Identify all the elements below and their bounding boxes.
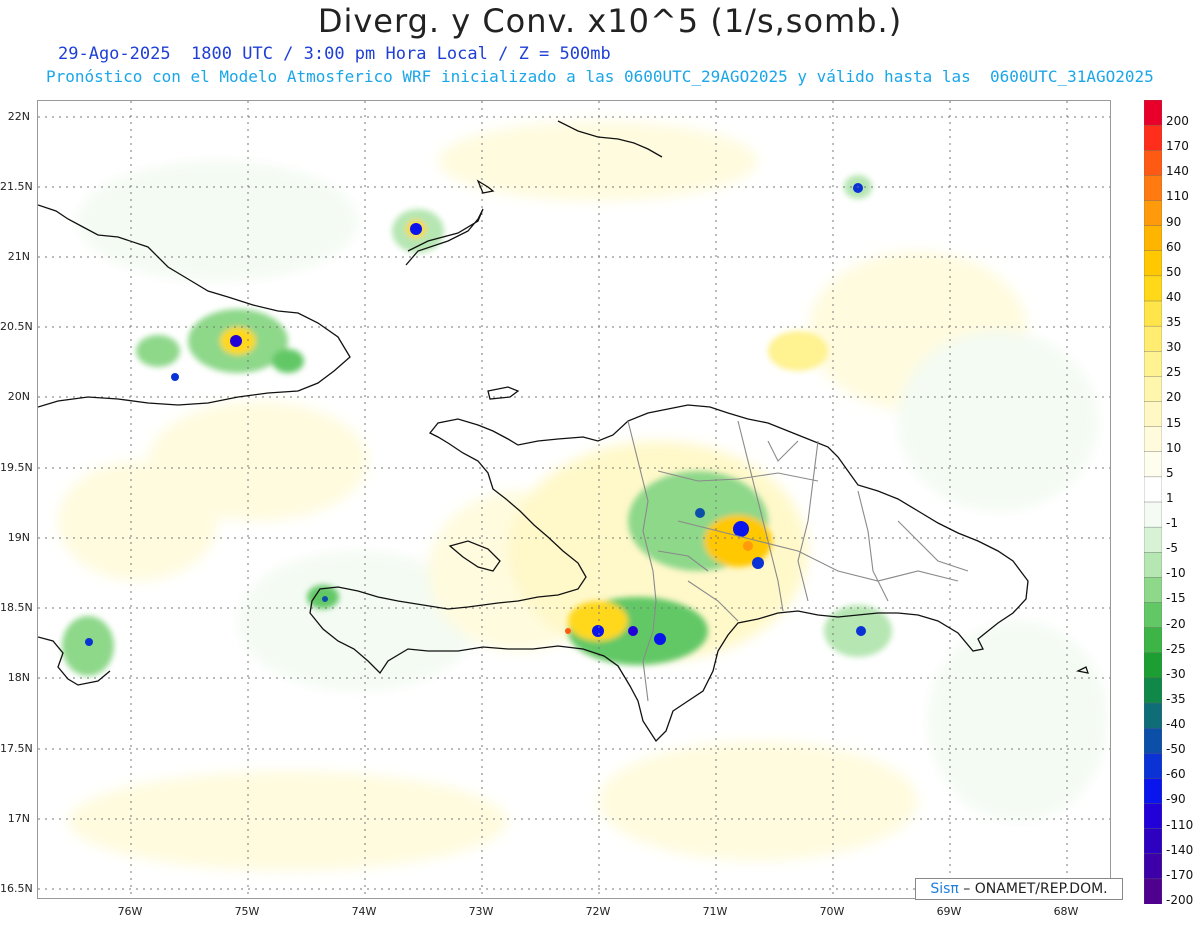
color-swatch — [1144, 577, 1162, 604]
color-scale-label: -20 — [1166, 616, 1186, 631]
color-swatch — [1144, 150, 1162, 177]
color-swatch — [1144, 778, 1162, 805]
color-scale-label: 35 — [1166, 315, 1182, 329]
color-swatch — [1144, 526, 1162, 553]
color-scale-label: 60 — [1166, 239, 1182, 254]
lon-label: 76W — [117, 905, 143, 918]
color-scale-label: -1 — [1166, 516, 1178, 530]
color-swatch — [1144, 401, 1162, 428]
color-scale-label: 90 — [1166, 214, 1182, 229]
lat-label: 16.5N — [0, 882, 33, 895]
color-swatch — [1144, 451, 1162, 478]
color-swatch — [1144, 803, 1162, 830]
lon-label: 75W — [234, 905, 260, 918]
color-swatch — [1144, 250, 1162, 277]
color-swatch — [1144, 351, 1162, 378]
color-scale-label: 170 — [1166, 139, 1189, 154]
color-swatch — [1144, 828, 1162, 855]
lat-label: 21N — [7, 250, 30, 263]
credit-text: – ONAMET/REP.DOM. — [958, 881, 1108, 897]
color-scale-label: -10 — [1166, 566, 1186, 581]
chart-title: Diverg. y Conv. x10^5 (1/s,somb.) — [317, 2, 903, 40]
divergence-map — [37, 100, 1111, 899]
color-scale-label: -170 — [1166, 867, 1194, 882]
color-swatch — [1144, 702, 1162, 729]
color-swatch — [1144, 124, 1162, 151]
lon-label: 70W — [819, 905, 845, 918]
color-swatch — [1144, 677, 1162, 704]
color-scale-label: -200 — [1166, 892, 1194, 907]
color-swatch — [1144, 300, 1162, 327]
color-scale-label: 30 — [1166, 340, 1182, 355]
sispi-logo: Sisπ — [930, 881, 959, 897]
color-scale-label: -40 — [1166, 717, 1186, 731]
color-scale-label: 140 — [1166, 164, 1189, 179]
color-scale-label: 50 — [1166, 264, 1182, 279]
color-swatch — [1144, 100, 1162, 126]
color-swatch — [1144, 275, 1162, 302]
color-scale-label: -90 — [1166, 792, 1186, 807]
color-scale-label: 200 — [1166, 114, 1189, 128]
forecast-time: 29-Ago-2025 1800 UTC / 3:00 pm Hora Loca… — [58, 44, 611, 64]
color-swatch — [1144, 376, 1162, 403]
color-scale-label: -5 — [1166, 541, 1178, 556]
model-info: Pronóstico con el Modelo Atmosferico WRF… — [46, 67, 1154, 86]
color-swatch — [1144, 627, 1162, 654]
color-swatch — [1144, 426, 1162, 453]
color-scale-label: -25 — [1166, 641, 1186, 656]
lon-label: 69W — [936, 905, 962, 918]
credit-box: Sisπ – ONAMET/REP.DOM. — [915, 878, 1123, 900]
color-scale-label: 5 — [1166, 465, 1174, 480]
color-scale-label: 110 — [1166, 189, 1189, 204]
lat-label: 19N — [7, 531, 30, 544]
color-swatch — [1144, 501, 1162, 528]
color-scale-label: 10 — [1166, 440, 1182, 455]
color-scale-label: -50 — [1166, 742, 1186, 757]
lon-label: 73W — [468, 905, 494, 918]
color-scale — [1144, 100, 1162, 904]
lat-label: 19.5N — [0, 461, 33, 474]
lat-label: 22N — [7, 110, 30, 123]
color-scale-label: -110 — [1166, 817, 1194, 832]
color-scale-label: -30 — [1166, 666, 1186, 681]
lon-label: 72W — [585, 905, 611, 918]
color-swatch — [1144, 753, 1162, 780]
color-swatch — [1144, 552, 1162, 579]
color-scale-label: 25 — [1166, 365, 1182, 380]
color-swatch — [1144, 602, 1162, 629]
color-swatch — [1144, 225, 1162, 252]
color-scale-label: -35 — [1166, 691, 1186, 706]
color-swatch — [1144, 853, 1162, 880]
lat-label: 17N — [7, 812, 30, 825]
lat-label: 20.5N — [0, 320, 33, 333]
color-swatch — [1144, 476, 1162, 503]
lat-label: 18N — [7, 671, 30, 684]
lon-label: 71W — [702, 905, 728, 918]
color-scale-label: 20 — [1166, 390, 1182, 405]
lat-label: 18.5N — [0, 601, 33, 614]
color-scale-label: 15 — [1166, 415, 1182, 430]
color-scale-label: -15 — [1166, 591, 1186, 606]
lon-label: 74W — [351, 905, 377, 918]
lat-label: 20N — [7, 390, 30, 403]
color-swatch — [1144, 652, 1162, 679]
color-scale-label: -140 — [1166, 842, 1194, 857]
color-swatch — [1144, 878, 1162, 904]
color-scale-label: 1 — [1166, 490, 1174, 505]
lat-label: 17.5N — [0, 742, 33, 755]
color-scale-label: -60 — [1166, 767, 1186, 782]
color-swatch — [1144, 175, 1162, 202]
color-swatch — [1144, 325, 1162, 352]
lat-label: 21.5N — [0, 180, 33, 193]
lon-label: 68W — [1053, 905, 1079, 918]
color-scale-label: 40 — [1166, 289, 1182, 304]
color-swatch — [1144, 200, 1162, 227]
color-swatch — [1144, 727, 1162, 754]
